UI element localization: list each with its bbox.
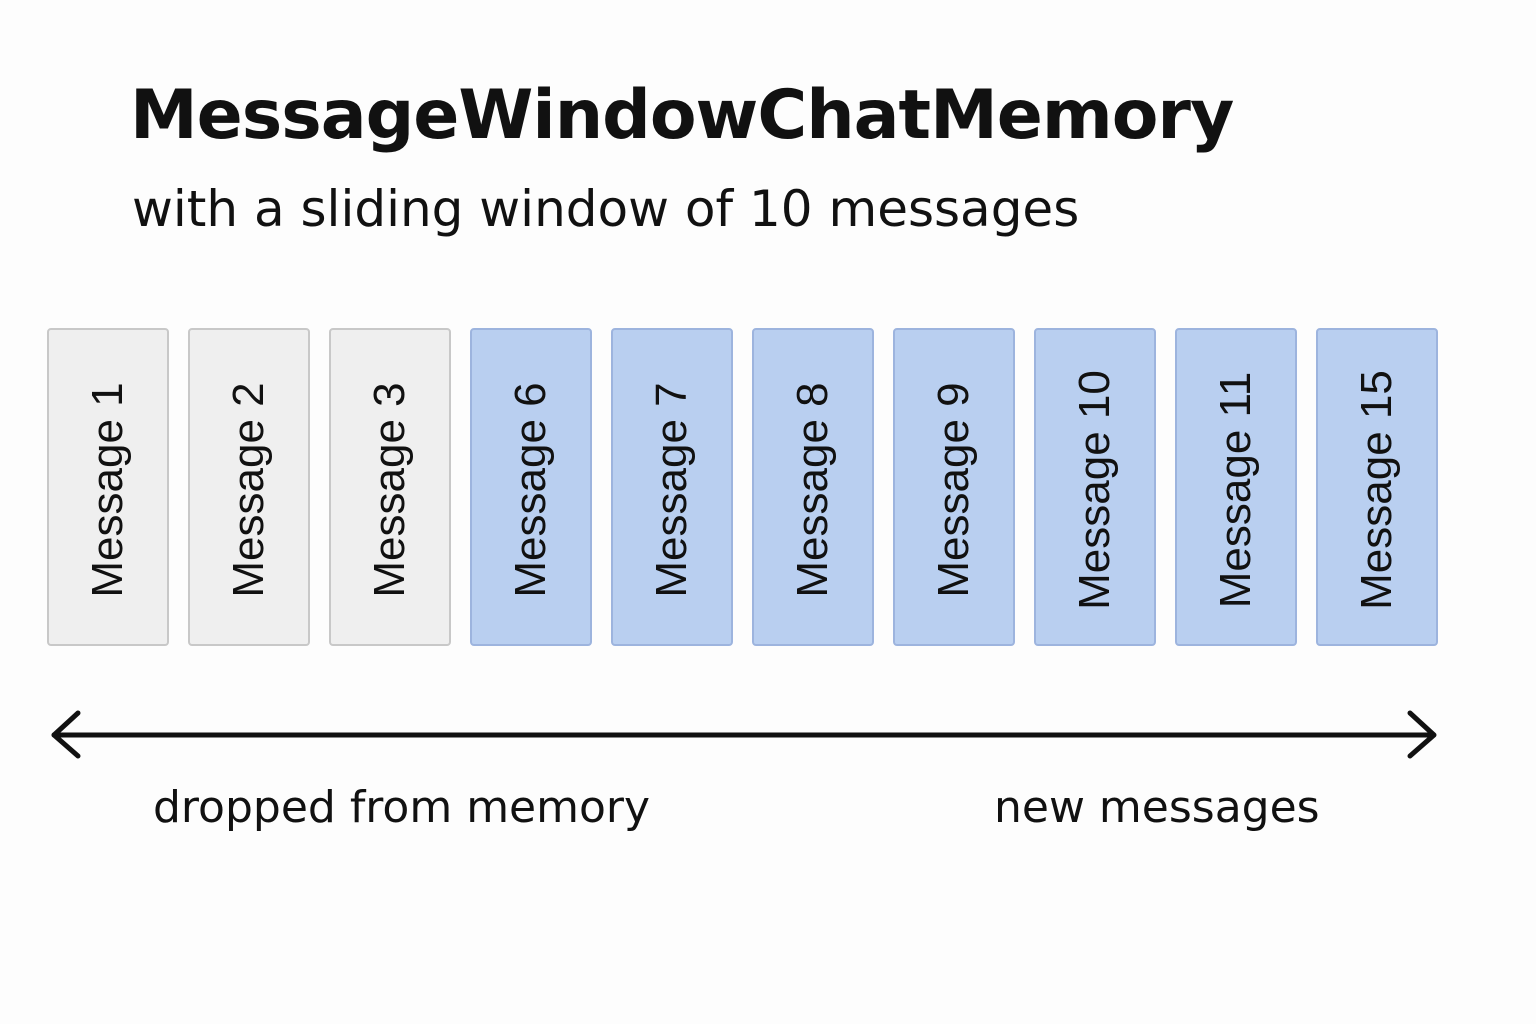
message-label: Message 15: [1352, 370, 1401, 610]
message-box-kept: Message 8: [752, 328, 874, 646]
new-messages-caption: new messages: [994, 782, 1320, 833]
message-box-dropped: Message 3: [329, 328, 451, 646]
message-box-kept: Message 7: [611, 328, 733, 646]
message-label: Message 8: [788, 382, 837, 598]
message-label: Message 6: [506, 382, 555, 598]
double-headed-arrow-icon: [51, 710, 1437, 759]
diagram-subtitle: with a sliding window of 10 messages: [132, 180, 1080, 238]
message-label: Message 9: [929, 382, 978, 598]
message-box-kept: Message 9: [893, 328, 1015, 646]
message-box-kept: Message 10: [1034, 328, 1156, 646]
message-box-dropped: Message 2: [188, 328, 310, 646]
message-row: Message 1 Message 2 Message 3 Message 6 Mess…: [47, 328, 1438, 646]
message-label: Message 3: [365, 382, 414, 598]
message-box-kept: Message 15: [1316, 328, 1438, 646]
message-box-dropped: Message 1: [47, 328, 169, 646]
message-label: Message 1: [83, 382, 132, 598]
message-label: Message 2: [224, 382, 273, 598]
dropped-caption: dropped from memory: [153, 782, 651, 833]
diagram-title: MessageWindowChatMemory: [130, 76, 1234, 155]
message-box-kept: Message 11: [1175, 328, 1297, 646]
message-label: Message 11: [1211, 371, 1260, 609]
message-box-kept: Message 6: [470, 328, 592, 646]
message-label: Message 7: [647, 382, 696, 598]
message-label: Message 10: [1070, 370, 1119, 610]
